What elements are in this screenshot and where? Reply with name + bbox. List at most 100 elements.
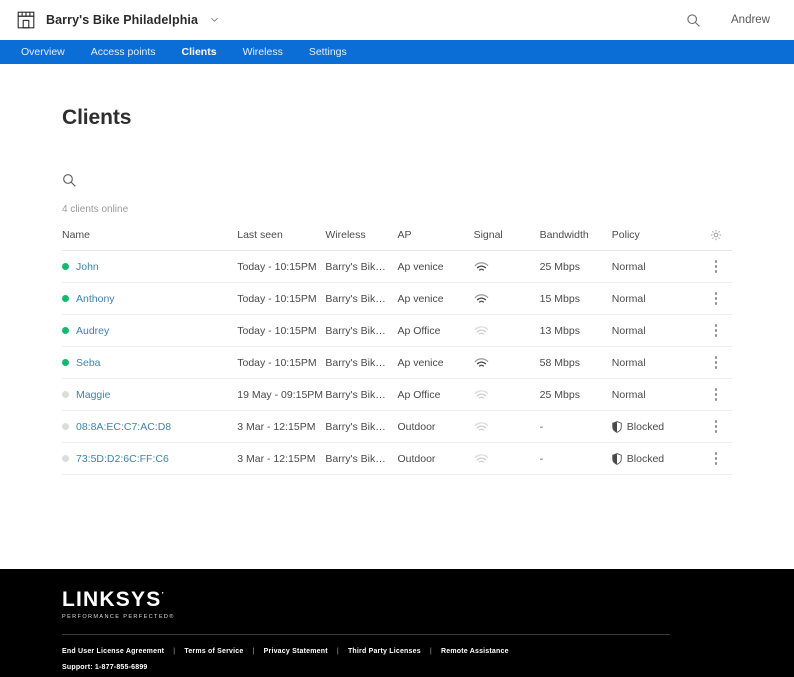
page-content: Clients 4 clients online Name Last seen … (0, 64, 794, 569)
cell-row-menu[interactable] (700, 379, 732, 411)
cell-ap: Outdoor (397, 411, 473, 443)
cell-row-menu[interactable] (700, 443, 732, 475)
page-title: Clients (62, 64, 732, 130)
nav-item-overview[interactable]: Overview (8, 40, 78, 64)
brand-name: Barry's Bike Philadelphia (46, 13, 198, 27)
cell-row-menu[interactable] (700, 251, 732, 283)
logo-trademark: · (161, 589, 165, 598)
column-header-signal[interactable]: Signal (474, 223, 540, 251)
header-actions: Andrew (686, 13, 778, 28)
policy-label: Normal (612, 293, 646, 305)
table-settings-button[interactable] (700, 223, 732, 251)
cell-name: 08:8A:EC:C7:AC:D8 (62, 411, 237, 443)
client-name-link[interactable]: Maggie (76, 389, 110, 401)
table-row[interactable]: 73:5D:D2:6C:FF:C63 Mar - 12:15PMBarry's … (62, 443, 732, 475)
kebab-menu-icon[interactable] (700, 347, 732, 378)
nav-item-settings[interactable]: Settings (296, 40, 360, 64)
cell-policy: Blocked (612, 411, 700, 443)
cell-row-menu[interactable] (700, 411, 732, 443)
cell-name: John (62, 251, 237, 283)
footer-divider (62, 634, 670, 635)
nav-item-clients[interactable]: Clients (169, 40, 230, 64)
status-dot-offline (62, 423, 69, 430)
footer-link-remote-assist[interactable]: Remote Assistance (441, 648, 509, 655)
shield-blocked-icon (612, 421, 622, 433)
cell-bandwidth: - (540, 443, 612, 475)
table-row[interactable]: 08:8A:EC:C7:AC:D83 Mar - 12:15PMBarry's … (62, 411, 732, 443)
client-name-link[interactable]: Seba (76, 357, 101, 369)
top-header: Barry's Bike Philadelphia Andrew (0, 0, 794, 40)
policy-label: Blocked (627, 421, 664, 433)
kebab-menu-icon[interactable] (700, 411, 732, 442)
brand-selector[interactable]: Barry's Bike Philadelphia (16, 10, 219, 30)
client-name-link[interactable]: John (76, 261, 99, 273)
cell-policy: Normal (612, 347, 700, 379)
gear-icon (710, 229, 722, 241)
footer-link-eula[interactable]: End User License Agreement (62, 648, 164, 655)
status-dot-offline (62, 391, 69, 398)
table-row[interactable]: AnthonyToday - 10:15PMBarry's Bike...Ap … (62, 283, 732, 315)
cell-last-seen: Today - 10:15PM (237, 283, 325, 315)
user-menu[interactable]: Andrew (731, 14, 770, 26)
table-row[interactable]: SebaToday - 10:15PMBarry's Bike...Ap ven… (62, 347, 732, 379)
cell-last-seen: 19 May - 09:15PM (237, 379, 325, 411)
table-row[interactable]: Maggie19 May - 09:15PMBarry's Bike...Ap … (62, 379, 732, 411)
cell-last-seen: Today - 10:15PM (237, 315, 325, 347)
kebab-menu-icon[interactable] (700, 283, 732, 314)
nav-item-wireless[interactable]: Wireless (230, 40, 296, 64)
cell-row-menu[interactable] (700, 283, 732, 315)
cell-ap: Outdoor (397, 443, 473, 475)
cell-signal (474, 411, 540, 443)
cell-ap: Ap Office (397, 379, 473, 411)
column-header-last-seen[interactable]: Last seen (237, 223, 325, 251)
client-name-link[interactable]: 73:5D:D2:6C:FF:C6 (76, 453, 169, 465)
cell-name: 73:5D:D2:6C:FF:C6 (62, 443, 237, 475)
client-name-link[interactable]: Audrey (76, 325, 109, 337)
cell-policy: Blocked (612, 443, 700, 475)
kebab-menu-icon[interactable] (700, 251, 732, 282)
cell-row-menu[interactable] (700, 315, 732, 347)
client-search[interactable] (62, 174, 732, 192)
wifi-signal-icon (474, 261, 540, 273)
footer-links: End User License Agreement | Terms of Se… (62, 648, 732, 655)
footer-link-third-party[interactable]: Third Party Licenses (348, 648, 421, 655)
wifi-signal-icon (474, 421, 540, 433)
client-name-link[interactable]: Anthony (76, 293, 115, 305)
site-footer: LINKSYS· PERFORMANCE PERFECTED® End User… (0, 569, 794, 677)
kebab-menu-icon[interactable] (700, 379, 732, 410)
table-row[interactable]: AudreyToday - 10:15PMBarry's Bike...Ap O… (62, 315, 732, 347)
column-header-ap[interactable]: AP (397, 223, 473, 251)
status-dot-offline (62, 455, 69, 462)
kebab-menu-icon[interactable] (700, 443, 732, 474)
cell-bandwidth: 58 Mbps (540, 347, 612, 379)
nav-item-access-points[interactable]: Access points (78, 40, 169, 64)
status-dot-online (62, 295, 69, 302)
table-row[interactable]: JohnToday - 10:15PMBarry's Bike...Ap ven… (62, 251, 732, 283)
cell-bandwidth: 15 Mbps (540, 283, 612, 315)
footer-link-privacy[interactable]: Privacy Statement (264, 648, 328, 655)
search-icon[interactable] (62, 173, 77, 193)
search-icon[interactable] (686, 13, 701, 28)
cell-bandwidth: 13 Mbps (540, 315, 612, 347)
kebab-menu-icon[interactable] (700, 315, 732, 346)
clients-table: Name Last seen Wireless AP Signal Bandwi… (62, 223, 732, 475)
client-name-link[interactable]: 08:8A:EC:C7:AC:D8 (76, 421, 171, 433)
cell-bandwidth: - (540, 411, 612, 443)
footer-link-terms[interactable]: Terms of Service (184, 648, 243, 655)
logo-wordmark-text: LINKSYS (62, 589, 161, 610)
chevron-down-icon[interactable] (208, 11, 219, 29)
cell-row-menu[interactable] (700, 347, 732, 379)
policy-label: Blocked (627, 453, 664, 465)
column-header-wireless[interactable]: Wireless (325, 223, 397, 251)
column-header-policy[interactable]: Policy (612, 223, 700, 251)
column-header-name[interactable]: Name (62, 223, 237, 251)
column-header-bandwidth[interactable]: Bandwidth (540, 223, 612, 251)
policy-label: Normal (612, 261, 646, 273)
status-dot-online (62, 263, 69, 270)
cell-name: Seba (62, 347, 237, 379)
cell-ap: Ap venice (397, 283, 473, 315)
cell-signal (474, 283, 540, 315)
cell-ap: Ap Office (397, 315, 473, 347)
table-header-row: Name Last seen Wireless AP Signal Bandwi… (62, 223, 732, 251)
cell-last-seen: 3 Mar - 12:15PM (237, 443, 325, 475)
